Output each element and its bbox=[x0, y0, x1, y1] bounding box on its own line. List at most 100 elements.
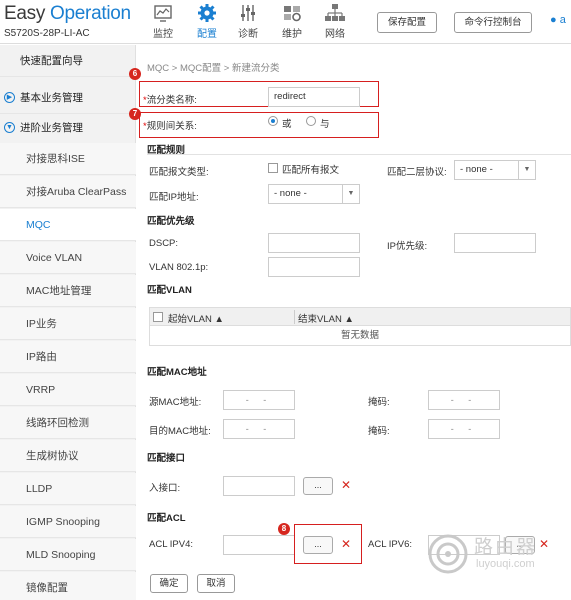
ip-prio-label: IP优先级: bbox=[387, 241, 428, 252]
sidebar-item-label: VRRP bbox=[26, 384, 56, 396]
start-vlan-column[interactable]: 起始VLAN ▲ bbox=[168, 311, 224, 325]
sidebar-item-mqc[interactable]: MQC bbox=[0, 209, 136, 241]
l2-proto-label: 匹配二层协议: bbox=[387, 167, 447, 178]
vlan8021p-input[interactable] bbox=[268, 257, 360, 277]
dst-mask-label: 掩码: bbox=[368, 426, 390, 437]
sidebar-item-ip-route[interactable]: IP路由 bbox=[0, 341, 136, 373]
sidebar-item-label: MLD Snooping bbox=[26, 549, 96, 561]
collapse-icon: ▼ bbox=[4, 122, 15, 133]
vlan-select-all-checkbox[interactable] bbox=[153, 312, 163, 322]
in-iface-remove-icon[interactable]: ✕ bbox=[341, 478, 351, 492]
acl-title: 匹配ACL bbox=[147, 513, 186, 524]
sidebar-item-label: 对接Aruba ClearPass bbox=[26, 186, 127, 198]
sidebar-item-mirror[interactable]: 镜像配置 bbox=[0, 572, 136, 600]
sidebar-item-label: IGMP Snooping bbox=[26, 516, 100, 528]
breadcrumb: MQC > MQC配置 > 新建流分类 bbox=[147, 63, 280, 74]
sidebar-item-loopback[interactable]: 线路环回检测 bbox=[0, 407, 136, 439]
dst-mac-label: 目的MAC地址: bbox=[149, 426, 211, 437]
sidebar-item-vrrp[interactable]: VRRP bbox=[0, 374, 136, 406]
sidebar-item-quick-wizard[interactable]: 快速配置向导 bbox=[0, 45, 136, 77]
sidebar-item-label: 镜像配置 bbox=[26, 582, 68, 594]
monitor-icon bbox=[154, 5, 172, 22]
sidebar-item-aruba[interactable]: 对接Aruba ClearPass bbox=[0, 176, 136, 208]
main-content: MQC > MQC配置 > 新建流分类 6 *流分类名称: redirect 7… bbox=[129, 45, 571, 600]
sidebar-item-label: IP路由 bbox=[26, 351, 57, 363]
nav-diagnose[interactable]: 诊断 bbox=[231, 3, 265, 40]
sidebar-item-voice-vlan[interactable]: Voice VLAN bbox=[0, 242, 136, 274]
user-icon[interactable]: ● a bbox=[550, 14, 566, 26]
callout-6: 6 bbox=[129, 68, 141, 80]
nav-maintain[interactable]: 维护 bbox=[275, 3, 309, 40]
expand-icon: ▶ bbox=[4, 92, 15, 103]
sidebar-item-label: LLDP bbox=[26, 483, 53, 495]
chevron-down-icon: ▼ bbox=[518, 161, 535, 179]
ok-button[interactable]: 确定 bbox=[150, 574, 188, 593]
class-name-input[interactable]: redirect bbox=[268, 87, 360, 107]
in-iface-browse-button[interactable]: ... bbox=[303, 477, 333, 495]
class-name-label: *流分类名称: bbox=[143, 95, 197, 106]
nav-network[interactable]: 网络 bbox=[318, 3, 352, 40]
in-iface-input[interactable] bbox=[223, 476, 295, 496]
sidebar-item-cisco-ise[interactable]: 对接思科ISE bbox=[0, 143, 136, 175]
end-vlan-column[interactable]: 结束VLAN ▲ bbox=[298, 311, 354, 325]
router-logo-icon bbox=[428, 534, 468, 574]
brand-logo: Easy Operation bbox=[4, 3, 131, 24]
packet-type-label: 匹配报文类型: bbox=[149, 167, 209, 178]
nav-label: 配置 bbox=[197, 29, 217, 40]
sidebar-item-label: MAC地址管理 bbox=[26, 285, 92, 297]
watermark-en: luyouqi.com bbox=[476, 558, 535, 570]
nav-label: 维护 bbox=[282, 29, 302, 40]
sidebar-item-label: 快速配置向导 bbox=[20, 55, 83, 67]
sidebar-item-lldp[interactable]: LLDP bbox=[0, 473, 136, 505]
gear-icon bbox=[198, 4, 216, 22]
dscp-label: DSCP: bbox=[149, 238, 179, 249]
dscp-input[interactable] bbox=[268, 233, 360, 253]
dst-mac-input[interactable]: - - bbox=[223, 419, 295, 439]
sidebar-item-ip-service[interactable]: IP业务 bbox=[0, 308, 136, 340]
sidebar-item-mac[interactable]: MAC地址管理 bbox=[0, 275, 136, 307]
sidebar-item-stp[interactable]: 生成树协议 bbox=[0, 440, 136, 472]
in-iface-label: 入接口: bbox=[149, 483, 181, 494]
watermark-cn: 路由器 bbox=[474, 536, 538, 558]
priority-title: 匹配优先级 bbox=[147, 216, 195, 227]
dst-mac-mask-input[interactable]: - - bbox=[428, 419, 500, 439]
nav-label: 诊断 bbox=[238, 29, 258, 40]
rule-and-radio[interactable] bbox=[306, 116, 316, 126]
src-mac-mask-input[interactable]: - - bbox=[428, 390, 500, 410]
sidebar-item-label: Voice VLAN bbox=[26, 252, 83, 264]
nav-monitor[interactable]: 监控 bbox=[146, 3, 180, 40]
src-mac-label: 源MAC地址: bbox=[149, 397, 202, 408]
src-mask-label: 掩码: bbox=[368, 397, 390, 408]
site-watermark: 路由器 luyouqi.com bbox=[428, 530, 571, 576]
ip-addr-select[interactable]: - none - ▼ bbox=[268, 184, 360, 204]
sliders-icon bbox=[241, 5, 255, 21]
sidebar-item-label: 基本业务管理 bbox=[20, 92, 83, 104]
cli-console-button[interactable]: 命令行控制台 bbox=[454, 12, 532, 33]
top-header: Easy Operation S5720S-28P-LI-AC 监控 配置 诊断… bbox=[0, 0, 571, 44]
match-all-label: 匹配所有报文 bbox=[282, 165, 340, 176]
match-all-checkbox[interactable] bbox=[268, 163, 278, 173]
save-config-button[interactable]: 保存配置 bbox=[377, 12, 437, 33]
ip-prio-input[interactable] bbox=[454, 233, 536, 253]
cancel-button[interactable]: 取消 bbox=[197, 574, 235, 593]
sidebar-item-label: 线路环回检测 bbox=[26, 417, 89, 429]
rule-or-radio[interactable] bbox=[268, 116, 278, 126]
mac-title: 匹配MAC地址 bbox=[147, 367, 207, 378]
acl-ipv4-input[interactable] bbox=[223, 535, 295, 555]
sidebar-item-basic[interactable]: ▶ 基本业务管理 bbox=[0, 82, 136, 114]
acl-ipv4-browse-button[interactable]: ... bbox=[303, 536, 333, 554]
ip-addr-label: 匹配IP地址: bbox=[149, 192, 199, 203]
sidebar-item-advanced[interactable]: ▼ 进阶业务管理 bbox=[0, 112, 136, 144]
acl-ipv4-remove-icon[interactable]: ✕ bbox=[341, 537, 351, 551]
src-mac-input[interactable]: - - bbox=[223, 390, 295, 410]
vlan-table-header: 起始VLAN ▲ 结束VLAN ▲ bbox=[149, 307, 571, 326]
l2-proto-select[interactable]: - none - ▼ bbox=[454, 160, 536, 180]
device-model: S5720S-28P-LI-AC bbox=[4, 28, 90, 39]
select-value: - none - bbox=[460, 164, 493, 175]
acl-ipv4-label: ACL IPV4: bbox=[149, 539, 194, 550]
network-icon bbox=[325, 4, 345, 21]
sidebar-item-mld[interactable]: MLD Snooping bbox=[0, 539, 136, 571]
sidebar-item-igmp[interactable]: IGMP Snooping bbox=[0, 506, 136, 538]
nav-config[interactable]: 配置 bbox=[190, 3, 224, 40]
sidebar-item-label: IP业务 bbox=[26, 318, 57, 330]
